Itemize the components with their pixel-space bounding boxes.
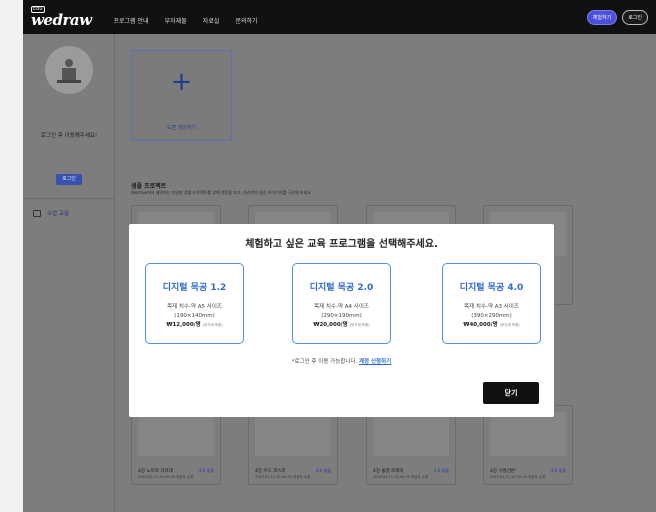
card-thumbnail <box>255 412 331 456</box>
option-title: 디지털 목공 1.2 <box>162 283 227 293</box>
sidebar-login-button[interactable]: 로그인 <box>56 174 82 185</box>
card-date: 2023.02.11 15:00:34 작성자 수정 <box>373 475 429 479</box>
login-note-text: *로그인 후 이용 가능합니다. <box>291 359 358 365</box>
sample-card[interactable]: 4강 물결 트레이 4.0 샘플 2023.02.11 15:00:34 작성자… <box>366 405 456 485</box>
sidebar-item-classroom[interactable]: 수업 교실 <box>33 209 69 217</box>
app-frame: Edu wedraw 프로그램 안내 부자재몰 자료실 문의하기 체험하기 로그… <box>23 0 656 512</box>
user-illustration-icon <box>57 59 81 83</box>
header-login-button[interactable]: 로그인 <box>622 9 648 25</box>
card-tag: 4.0 샘플 <box>551 468 566 473</box>
nav-resources[interactable]: 자료실 <box>203 18 220 25</box>
sidebar-divider <box>23 198 115 199</box>
option-dimensions: (290×190mm) <box>321 313 362 319</box>
card-title: 4강 물결 트레이 <box>373 469 404 474</box>
option-dimensions: (390×290mm) <box>471 313 512 319</box>
sample-card[interactable]: 4강 구름선반 4.0 샘플 2023.02.11 15:00:34 작성자 수… <box>483 405 573 485</box>
program-select-modal: 체험하고 싶은 교육 프로그램을 선택해주세요. 디지털 목공 1.2 목재 치… <box>129 224 554 417</box>
sidebar: 로그인 후 이용해주세요! 로그인 수업 교실 <box>23 34 115 512</box>
program-option-1-2[interactable]: 디지털 목공 1.2 목재 치수-약 A5 사이즈 (190×140mm) ₩1… <box>145 263 244 344</box>
option-price: ₩40,000/명 <box>463 322 498 328</box>
option-title: 디지털 목공 2.0 <box>309 283 374 293</box>
sample-card[interactable]: 4강 노트북 거치대 4.0 샘플 2023.02.11 15:00:34 작성… <box>131 405 221 485</box>
option-desc: 목재 치수-약 A3 사이즈 (390×290mm) ₩40,000/명 (부가… <box>443 303 540 330</box>
card-date: 2023.02.11 15:00:34 작성자 수정 <box>490 475 546 479</box>
plus-icon: + <box>170 67 193 97</box>
card-tag: 4.0 샘플 <box>316 468 331 473</box>
option-vat: (부가세 포함) <box>349 323 370 327</box>
sample-section-desc: Wedraw에서 제안하는 다양한 샘플 프로젝트를 함께 열람을 보고, 자신… <box>131 190 311 195</box>
trial-button[interactable]: 체험하기 <box>586 9 618 25</box>
option-price: ₩20,000/명 <box>313 322 348 328</box>
card-title: 4강 우드 코스터 <box>255 469 286 474</box>
login-note: *로그인 후 이용 가능합니다. 계정 신청하기 <box>129 357 554 365</box>
logo-wordmark: wedraw <box>31 11 92 29</box>
card-tag: 4.0 샘플 <box>199 468 214 473</box>
option-dimensions: (190×140mm) <box>174 313 215 319</box>
wedraw-logo[interactable]: Edu wedraw <box>31 6 92 29</box>
card-date: 2023.02.11 15:00:34 작성자 수정 <box>138 475 194 479</box>
new-drawing-card[interactable]: + 도면 생성하기 <box>131 50 232 141</box>
option-size: 목재 치수-약 A5 사이즈 <box>167 304 222 310</box>
avatar <box>45 46 93 94</box>
option-vat: (부가세 포함) <box>202 323 223 327</box>
option-vat: (부가세 포함) <box>499 323 520 327</box>
option-size: 목재 치수-약 A3 사이즈 <box>464 304 519 310</box>
option-title: 디지털 목공 4.0 <box>459 283 524 293</box>
sample-section-title: 샘플 프로젝트 <box>131 183 167 190</box>
new-drawing-label: 도면 생성하기 <box>166 125 197 131</box>
card-date: 2023.02.11 15:00:34 작성자 수정 <box>255 475 311 479</box>
header-actions: 체험하기 로그인 <box>586 9 648 25</box>
card-title: 4강 노트북 거치대 <box>138 469 173 474</box>
top-nav-bar: Edu wedraw 프로그램 안내 부자재몰 자료실 문의하기 체험하기 로그… <box>23 0 656 34</box>
modal-title: 체험하고 싶은 교육 프로그램을 선택해주세요. <box>245 239 438 250</box>
main-nav: 프로그램 안내 부자재몰 자료실 문의하기 <box>113 8 268 27</box>
option-desc: 목재 치수-약 A4 사이즈 (290×190mm) ₩20,000/명 (부가… <box>293 303 390 330</box>
card-thumbnail <box>373 412 449 456</box>
login-prompt: 로그인 후 이용해주세요! <box>40 133 98 139</box>
option-price-row: ₩20,000/명 (부가세 포함) <box>293 321 390 330</box>
option-price-row: ₩12,000/명 (부가세 포함) <box>146 321 243 330</box>
account-request-link[interactable]: 계정 신청하기 <box>359 359 391 365</box>
nav-materials-mall[interactable]: 부자재몰 <box>165 18 187 25</box>
close-button[interactable]: 닫기 <box>483 382 539 404</box>
card-tag: 4.0 샘플 <box>434 468 449 473</box>
option-size: 목재 치수-약 A4 사이즈 <box>314 304 369 310</box>
card-thumbnail <box>490 412 566 456</box>
option-price: ₩12,000/명 <box>166 322 201 328</box>
classroom-icon <box>33 209 41 217</box>
sidebar-item-label: 수업 교실 <box>47 211 69 217</box>
program-option-2-0[interactable]: 디지털 목공 2.0 목재 치수-약 A4 사이즈 (290×190mm) ₩2… <box>292 263 391 344</box>
option-price-row: ₩40,000/명 (부가세 포함) <box>443 321 540 330</box>
option-desc: 목재 치수-약 A5 사이즈 (190×140mm) ₩12,000/명 (부가… <box>146 303 243 330</box>
sample-card[interactable]: 4강 우드 코스터 4.0 샘플 2023.02.11 15:00:34 작성자… <box>248 405 338 485</box>
card-thumbnail <box>138 412 214 456</box>
card-title: 4강 구름선반 <box>490 469 515 474</box>
nav-program-info[interactable]: 프로그램 안내 <box>113 18 148 25</box>
nav-contact[interactable]: 문의하기 <box>235 18 257 25</box>
program-option-4-0[interactable]: 디지털 목공 4.0 목재 치수-약 A3 사이즈 (390×290mm) ₩4… <box>442 263 541 344</box>
